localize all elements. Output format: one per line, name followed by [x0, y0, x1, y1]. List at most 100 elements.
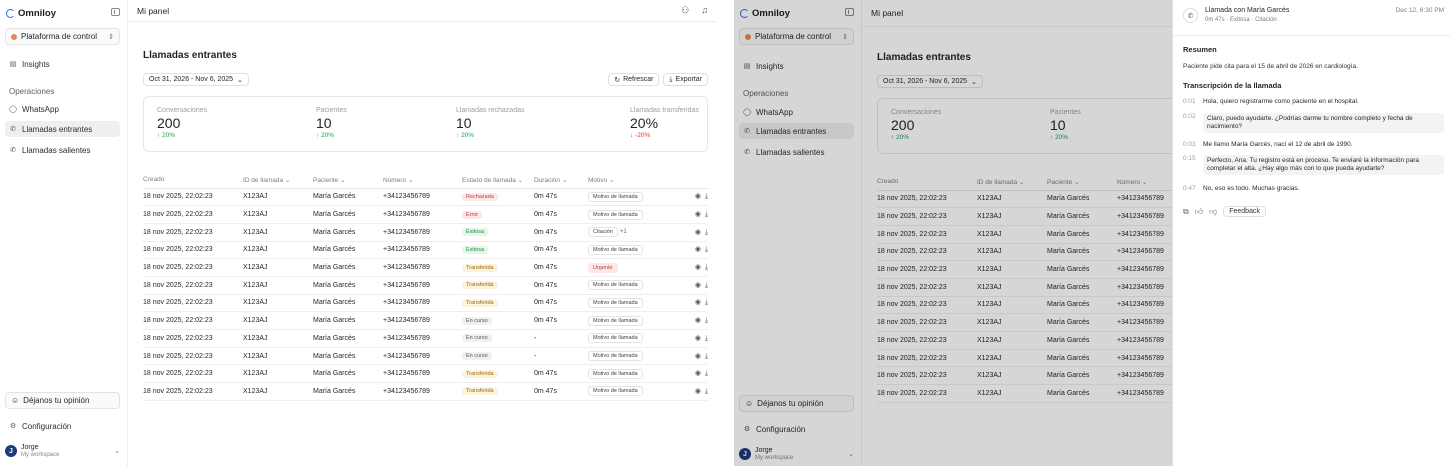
col-id[interactable]: ID de llamada ⌄ — [243, 172, 313, 189]
table-row[interactable]: 18 nov 2025, 22:02:23 X123AJ María Garcé… — [143, 382, 708, 401]
sidebar-item-llamadas-entrantes[interactable]: ✆ Llamadas entrantes — [739, 123, 854, 139]
status-badge: Transferida — [462, 369, 498, 378]
eye-icon[interactable]: ◉ — [695, 246, 701, 253]
table-row[interactable]: 18 nov 2025, 22:02:23 X123AJ María Garcé… — [143, 241, 708, 260]
table-row[interactable]: 18 nov 2025, 22:02:23 X123AJ María Garcé… — [143, 311, 708, 330]
download-icon[interactable]: ⤓ — [705, 264, 708, 271]
chevron-down-icon: ⌄ — [848, 451, 854, 458]
eye-icon[interactable]: ◉ — [695, 317, 701, 324]
sidebar-item-insights[interactable]: ▤ Insights — [5, 56, 120, 72]
sidebar-toggle-icon[interactable] — [111, 8, 120, 16]
feedback-button[interactable]: ☺ Déjanos tu opinión — [5, 392, 120, 409]
table-row[interactable]: 18 nov 2025, 22:02:23 X123AJ María Garcé… — [143, 329, 708, 348]
col-creado[interactable]: Creado — [877, 174, 977, 191]
org-selector[interactable]: Plataforma de control ⇕ — [5, 28, 120, 45]
feedback-button[interactable]: Feedback — [1223, 206, 1266, 217]
date-range-picker[interactable]: Oct 31, 2026 - Nov 6, 2025 ⌄ — [143, 73, 249, 86]
col-motivo[interactable]: Motivo ⌄ — [588, 172, 672, 189]
call-title: Llamada con María Garcés — [1205, 7, 1290, 14]
chevron-down-icon: ⌄ — [971, 78, 977, 86]
page-title: Llamadas entrantes — [143, 50, 237, 61]
sidebar-item-whatsapp[interactable]: ◯ WhatsApp — [5, 101, 120, 117]
logo[interactable]: Omniloy — [6, 8, 56, 19]
transcript-message: 0:02 Claro, puedo ayudarte. ¿Podrías dar… — [1183, 113, 1444, 133]
logo[interactable]: Omniloy — [740, 8, 790, 19]
transcript-heading: Transcripción de la llamada — [1183, 81, 1282, 90]
thumbs-up-icon[interactable]: 👍︎ — [1195, 207, 1203, 217]
eye-icon[interactable]: ◉ — [695, 264, 701, 271]
sidebar-item-configuracion[interactable]: ⚙ Configuración — [739, 421, 854, 437]
download-icon[interactable]: ⤓ — [705, 317, 708, 324]
motivo-badge: Motivo de llamada — [588, 315, 643, 326]
download-icon[interactable]: ⤓ — [705, 246, 708, 253]
chevron-down-icon: ⌄ — [114, 448, 120, 455]
col-estado[interactable]: Estado de llamada ⌄ — [462, 172, 534, 189]
download-icon[interactable]: ⤓ — [705, 335, 708, 342]
col-numero[interactable]: Número ⌄ — [383, 172, 462, 189]
col-id[interactable]: ID de llamada ⌄ — [977, 174, 1047, 191]
eye-icon[interactable]: ◉ — [695, 211, 701, 218]
copy-icon[interactable]: ⧉ — [1183, 207, 1189, 217]
user-menu[interactable]: J Jorge My workspace ⌄ — [5, 442, 120, 460]
download-icon[interactable]: ⤓ — [705, 193, 708, 200]
sidebar-item-insights[interactable]: ▤ Insights — [739, 58, 854, 74]
user-menu[interactable]: J Jorge My workspace ⌄ — [739, 445, 854, 463]
call-detail-header: ✆ Llamada con María Garcés 0m 47s · Exit… — [1183, 6, 1444, 32]
download-icon[interactable]: ⤓ — [705, 388, 708, 395]
avatar: J — [5, 445, 17, 457]
eye-icon[interactable]: ◉ — [695, 229, 701, 236]
summary-heading: Resumen — [1183, 45, 1217, 54]
sidebar-item-configuracion[interactable]: ⚙ Configuración — [5, 418, 120, 434]
eye-icon[interactable]: ◉ — [695, 299, 701, 306]
sidebar-toggle-icon[interactable] — [845, 8, 854, 16]
table-row[interactable]: 18 nov 2025, 22:02:23 X123AJ María Garcé… — [143, 258, 708, 277]
eye-icon[interactable]: ◉ — [695, 353, 701, 360]
download-icon[interactable]: ⤓ — [705, 229, 708, 236]
export-button[interactable]: ⤓ Exportar — [663, 73, 708, 86]
thumbs-down-icon[interactable]: 👎︎ — [1209, 207, 1217, 217]
refresh-button[interactable]: ↻ Refrescar — [608, 73, 660, 86]
download-icon[interactable]: ⤓ — [705, 282, 708, 289]
col-duracion[interactable]: Duración ⌄ — [534, 172, 588, 189]
phone-incoming-icon: ✆ — [10, 126, 16, 133]
download-icon[interactable]: ⤓ — [705, 211, 708, 218]
call-meta: 0m 47s · Exitosa · Citación — [1205, 17, 1277, 23]
phone-outgoing-icon: ✆ — [744, 149, 750, 156]
page-heading: Mi panel — [871, 8, 904, 18]
col-creado[interactable]: Creado — [143, 172, 243, 189]
table-row[interactable]: 18 nov 2025, 22:02:23 X123AJ María Garcé… — [143, 276, 708, 295]
table-row[interactable]: 18 nov 2025, 22:02:23 X123AJ María Garcé… — [143, 294, 708, 313]
col-paciente[interactable]: Paciente ⌄ — [313, 172, 383, 189]
phone-icon: ✆ — [1183, 8, 1198, 23]
col-paciente[interactable]: Paciente ⌄ — [1047, 174, 1117, 191]
bell-icon[interactable]: ♫ — [701, 5, 708, 16]
eye-icon[interactable]: ◉ — [695, 193, 701, 200]
omniloy-logo-icon — [6, 9, 15, 18]
sidebar-item-whatsapp[interactable]: ◯ WhatsApp — [739, 104, 854, 120]
download-icon[interactable]: ⤓ — [705, 353, 708, 360]
table-row[interactable]: 18 nov 2025, 22:02:23 X123AJ María Garcé… — [143, 364, 708, 384]
org-selector[interactable]: Plataforma de control ⇕ — [739, 28, 854, 45]
sidebar-item-llamadas-entrantes[interactable]: ✆ Llamadas entrantes — [5, 121, 120, 137]
eye-icon[interactable]: ◉ — [695, 370, 701, 377]
eye-icon[interactable]: ◉ — [695, 282, 701, 289]
sidebar-item-llamadas-salientes[interactable]: ✆ Llamadas salientes — [5, 142, 120, 158]
user-icon[interactable]: ⚇ — [681, 5, 689, 16]
call-date: Dec 12, 6:30 PM — [1395, 7, 1444, 14]
table-row[interactable]: 18 nov 2025, 22:02:23 X123AJ María Garcé… — [143, 205, 708, 224]
download-icon[interactable]: ⤓ — [705, 299, 708, 306]
stats-card: Conversaciones 200 ↑ 20% Pacientes 10 ↑ 20% … — [143, 96, 708, 152]
table-row[interactable]: 18 nov 2025, 22:02:23 X123AJ María Garcé… — [143, 347, 708, 366]
eye-icon[interactable]: ◉ — [695, 335, 701, 342]
date-range-picker[interactable]: Oct 31, 2026 - Nov 6, 2025 ⌄ — [877, 75, 983, 88]
download-icon[interactable]: ⤓ — [705, 370, 708, 377]
table-row[interactable]: 18 nov 2025, 22:02:23 X123AJ María Garcé… — [143, 223, 708, 242]
sidebar-item-llamadas-salientes[interactable]: ✆ Llamadas salientes — [739, 144, 854, 160]
smile-icon: ☺ — [745, 399, 754, 408]
table-row[interactable]: 18 nov 2025, 22:02:23 X123AJ María Garcé… — [143, 188, 708, 207]
transcript-actions: ⧉ 👍︎ 👎︎ Feedback — [1183, 206, 1266, 217]
status-badge: Exitosa — [462, 228, 489, 237]
phone-outgoing-icon: ✆ — [10, 147, 16, 154]
feedback-button[interactable]: ☺ Déjanos tu opinión — [739, 395, 854, 412]
eye-icon[interactable]: ◉ — [695, 388, 701, 395]
